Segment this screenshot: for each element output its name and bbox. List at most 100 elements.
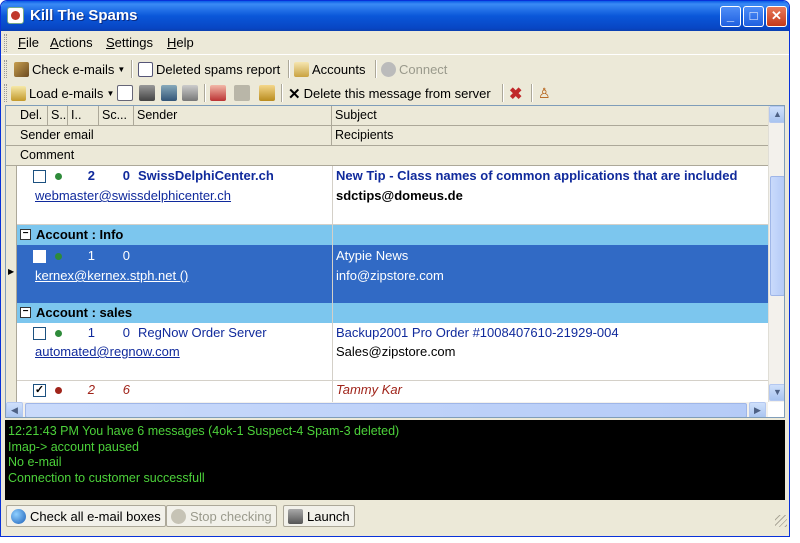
- log-line: No e-mail: [8, 455, 62, 469]
- sender-cell: SwissDelphiCenter.ch: [138, 168, 274, 183]
- accounts-icon: [294, 62, 309, 77]
- sender-email-link[interactable]: webmaster@swissdelphicenter.ch: [33, 186, 331, 205]
- column-divider: [332, 166, 333, 402]
- scroll-down-icon[interactable]: ▼: [769, 384, 784, 401]
- horizontal-scrollbar[interactable]: ◀ ▶: [6, 402, 768, 417]
- col-recipients[interactable]: Recipients: [332, 126, 768, 146]
- launch-button[interactable]: Launch: [283, 505, 355, 527]
- score-cell: 0: [122, 248, 130, 263]
- check-all-label: Check all e-mail boxes: [30, 508, 161, 524]
- col-sender-email[interactable]: Sender email: [17, 126, 332, 146]
- check-emails-button[interactable]: Check e-mails ▼: [14, 60, 125, 79]
- message-toolbar: Load e-mails ▼ ✕ Delete this message from…: [1, 81, 789, 105]
- sender-cell: RegNow Order Server: [138, 325, 267, 340]
- check-emails-label: Check e-mails: [32, 62, 115, 77]
- vertical-scrollbar[interactable]: ▲ ▼: [768, 106, 784, 402]
- scroll-up-icon[interactable]: ▲: [769, 106, 784, 123]
- size-cell: 1: [87, 248, 95, 263]
- delete-checkbox[interactable]: [33, 327, 46, 340]
- person-icon[interactable]: ♙: [538, 84, 551, 103]
- current-row-arrow-icon: ▶: [8, 267, 15, 276]
- sender-email-link[interactable]: automated@regnow.com: [33, 342, 331, 361]
- accounts-label: Accounts: [312, 62, 366, 77]
- log-line: 12:21:43 PM You have 6 messages (4ok-1 S…: [8, 424, 400, 438]
- connect-button[interactable]: Connect: [381, 60, 447, 79]
- load-emails-button[interactable]: Load e-mails ▼: [11, 84, 114, 103]
- app-icon[interactable]: [7, 7, 24, 24]
- col-status[interactable]: S..: [48, 106, 68, 126]
- save-icon[interactable]: [259, 85, 275, 101]
- menu-help[interactable]: Help: [167, 35, 194, 50]
- collapse-icon[interactable]: −: [20, 229, 31, 240]
- row-indicator-column: [6, 166, 17, 402]
- lightning-icon[interactable]: [182, 85, 198, 101]
- connect-label: Connect: [399, 62, 448, 77]
- group-header-sales[interactable]: − Account : sales: [17, 303, 768, 323]
- menu-settings[interactable]: Settings: [106, 35, 153, 50]
- delete-checkbox[interactable]: [33, 170, 46, 183]
- message-grid: Del. S.. I.. Sc... Sender Subject Sender…: [5, 105, 785, 418]
- stop-icon: [171, 508, 186, 524]
- status-dot-icon: [55, 173, 62, 180]
- grid-header-row2: Sender email Recipients: [6, 126, 768, 146]
- status-dot-icon: [55, 387, 62, 394]
- main-window: Kill The Spams _ □ ✕ File Actions Settin…: [0, 0, 790, 537]
- delete-checkbox-checked[interactable]: ✓: [33, 384, 46, 397]
- subject-cell: Tammy Kar: [336, 382, 402, 397]
- col-subject[interactable]: Subject: [332, 106, 768, 126]
- stop-checking-button[interactable]: Stop checking: [166, 505, 277, 527]
- menu-bar: File Actions Settings Help: [1, 31, 789, 55]
- status-dot-icon: [55, 253, 62, 260]
- col-sender[interactable]: Sender: [134, 106, 332, 126]
- delete-from-server-button[interactable]: ✕ Delete this message from server: [288, 84, 491, 103]
- broom-icon: [14, 62, 29, 77]
- score-cell: 0: [122, 325, 130, 340]
- scroll-right-icon[interactable]: ▶: [749, 402, 766, 417]
- group-header-info[interactable]: − Account : Info: [17, 225, 768, 245]
- score-cell: 6: [122, 382, 130, 397]
- disabled-tool-icon[interactable]: [234, 85, 250, 101]
- scroll-left-icon[interactable]: ◀: [6, 402, 23, 417]
- deleted-report-button[interactable]: Deleted spams report: [138, 60, 280, 79]
- resize-grip-icon[interactable]: [775, 515, 787, 527]
- toolbar-grip: [4, 84, 7, 102]
- horizontal-scroll-thumb[interactable]: [25, 403, 747, 417]
- accounts-button[interactable]: Accounts: [294, 60, 365, 79]
- menu-actions[interactable]: Actions: [50, 35, 93, 50]
- subject-cell: Backup2001 Pro Order #1008407610-21929-0…: [336, 325, 619, 340]
- close-button[interactable]: ✕: [766, 6, 787, 27]
- spam-x-icon[interactable]: ✖: [509, 84, 522, 103]
- delete-checkbox[interactable]: [33, 250, 46, 263]
- separator: [502, 84, 504, 102]
- envelope-icon[interactable]: [117, 85, 133, 101]
- separator: [288, 60, 290, 78]
- menu-file[interactable]: File: [18, 35, 39, 50]
- log-line: Imap-> account paused: [8, 439, 139, 454]
- sender-email-link[interactable]: kernex@kernex.stph.net (): [33, 266, 331, 285]
- launch-label: Launch: [307, 508, 350, 524]
- globe-icon: [11, 508, 26, 524]
- title-bar[interactable]: Kill The Spams _ □ ✕: [1, 1, 789, 31]
- main-toolbar: Check e-mails ▼ Deleted spams report Acco…: [1, 57, 789, 81]
- col-comment[interactable]: Comment: [17, 146, 768, 166]
- maximize-button[interactable]: □: [743, 6, 764, 27]
- check-all-button[interactable]: Check all e-mail boxes: [6, 505, 166, 527]
- toolbar-grip: [4, 60, 7, 78]
- dropdown-arrow-icon: ▼: [117, 65, 126, 74]
- minimize-button[interactable]: _: [720, 6, 741, 27]
- col-del[interactable]: Del.: [17, 106, 48, 126]
- report-icon: [138, 62, 153, 77]
- block-sender-icon[interactable]: [210, 85, 226, 101]
- col-size[interactable]: I..: [68, 106, 99, 126]
- filter-icon[interactable]: [161, 85, 177, 101]
- collapse-icon[interactable]: −: [20, 307, 31, 318]
- table-row-selected[interactable]: 1 0 Atypie News kernex@kernex.stph.net (…: [17, 245, 768, 303]
- binoculars-icon[interactable]: [139, 85, 155, 101]
- vertical-scroll-thumb[interactable]: [770, 176, 784, 296]
- grid-header-row1: Del. S.. I.. Sc... Sender Subject: [6, 106, 768, 126]
- group-label: Account : Info: [36, 227, 124, 242]
- recipients-cell: sdctips@domeus.de: [336, 188, 463, 203]
- size-cell: 2: [87, 382, 95, 397]
- col-score[interactable]: Sc...: [99, 106, 134, 126]
- delete-x-icon: ✕: [288, 85, 301, 103]
